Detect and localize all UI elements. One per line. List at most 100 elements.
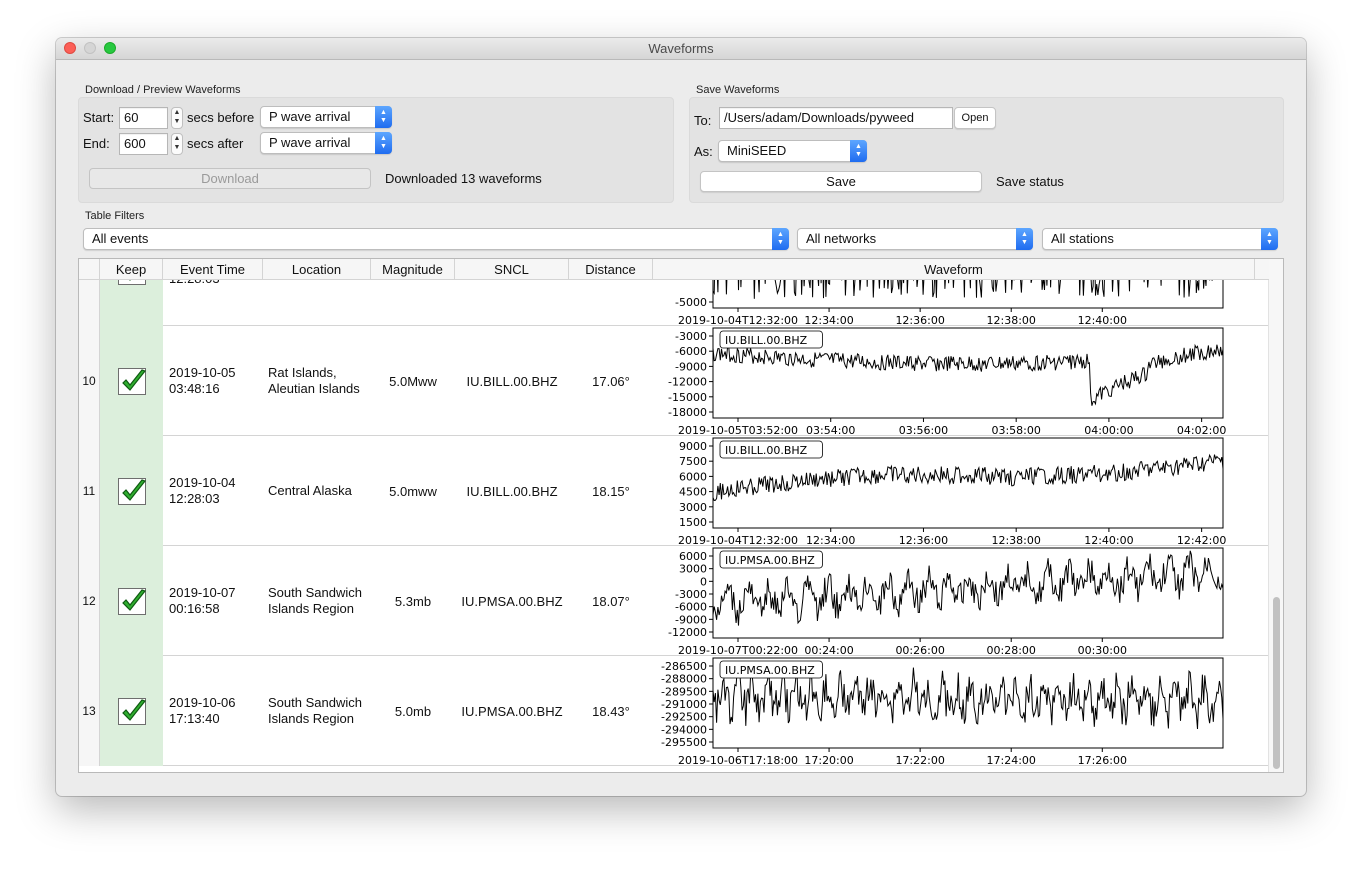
stations-filter-value: All stations xyxy=(1051,231,1114,246)
station-label: IU.PMSA.00.BHZ xyxy=(725,664,815,677)
plot-frame xyxy=(712,280,1224,309)
x-tick-label: 2019-10-04T12:32:00 xyxy=(678,534,798,546)
table-row[interactable]: 13 2019-10-06 17:13:40 South Sandwich Islan… xyxy=(79,656,1269,766)
y-tick-label: -9000 xyxy=(675,360,707,373)
x-tick-label: 12:36:00 xyxy=(899,534,948,546)
download-group-label: Download / Preview Waveforms xyxy=(85,84,241,96)
table-header: Keep Event Time Location Magnitude SNCL … xyxy=(79,259,1269,280)
y-tick-label: 4500 xyxy=(679,486,707,499)
header-waveform[interactable]: Waveform xyxy=(653,259,1255,280)
row-index: 12 xyxy=(79,546,100,656)
distance-cell: 17.17° xyxy=(569,280,653,326)
start-phase-select[interactable]: P wave arrival ▲ ▼ xyxy=(260,106,392,128)
header-location[interactable]: Location xyxy=(263,259,371,280)
end-seconds-stepper[interactable]: ▲ ▼ xyxy=(171,133,183,155)
x-tick-label: 12:34:00 xyxy=(806,534,855,546)
x-tick-label: 12:42:00 xyxy=(1177,534,1226,546)
distance-cell: 18.15° xyxy=(592,483,630,499)
y-tick-label: -12000 xyxy=(668,626,707,639)
save-format-select[interactable]: MiniSEED ▲ ▼ xyxy=(718,140,867,162)
keep-checkbox[interactable] xyxy=(117,367,146,395)
x-tick-label: 00:30:00 xyxy=(1078,644,1127,656)
station-label: IU.BILL.00.BHZ xyxy=(725,444,808,457)
header-event-time[interactable]: Event Time xyxy=(163,259,263,280)
sncl-cell: IU.ADK.00.BHZ xyxy=(455,280,569,326)
start-label: Start: xyxy=(83,110,115,125)
location-cell: South Sandwich Islands Region xyxy=(268,585,362,616)
waveform-chart: 600030000-3000-6000-9000-12000 2019-10-07… xyxy=(668,547,1224,656)
keep-cell xyxy=(100,326,163,436)
event-time-cell: 2019-10-05 03:48:16 xyxy=(163,326,263,436)
table-row[interactable]: 10 2019-10-05 03:48:16 Rat Islands, Aleutia… xyxy=(79,326,1269,436)
event-date: 2019-10-06 xyxy=(169,695,236,710)
header-sncl[interactable]: SNCL xyxy=(455,259,569,280)
window-title: Waveforms xyxy=(648,41,714,56)
event-date: 2019-10-04 xyxy=(169,475,236,490)
y-tick-label: -3000 xyxy=(675,330,707,343)
keep-checkbox[interactable] xyxy=(117,280,146,285)
start-phase-value: P wave arrival xyxy=(269,109,351,124)
save-status: Save status xyxy=(996,174,1064,189)
table-filters-label: Table Filters xyxy=(85,210,145,222)
y-tick-label: -6000 xyxy=(675,601,707,614)
table-row[interactable]: 12 2019-10-07 00:16:58 South Sandwich Islan… xyxy=(79,546,1269,656)
save-button[interactable]: Save xyxy=(700,171,982,192)
header-keep[interactable]: Keep xyxy=(100,259,163,280)
end-phase-value: P wave arrival xyxy=(269,135,351,150)
header-magnitude[interactable]: Magnitude xyxy=(371,259,455,280)
y-tick-label: 0 xyxy=(700,575,707,588)
magnitude-cell: 5.3mb xyxy=(394,593,432,609)
start-seconds-input[interactable]: 60 xyxy=(119,107,168,129)
download-button[interactable]: Download xyxy=(89,168,371,189)
table-row[interactable]: 11 2019-10-04 12:28:03 Central Alaska 5.0mww… xyxy=(79,436,1269,546)
x-tick-label: 2019-10-05T03:52:00 xyxy=(678,424,798,436)
waveform-chart: -2500-50002019-10-04T12:32:00 12:34:00 12:… xyxy=(675,280,1224,326)
header-distance[interactable]: Distance xyxy=(569,259,653,280)
chevron-updown-icon: ▲ ▼ xyxy=(375,106,392,128)
events-filter-select[interactable]: All events ▲ ▼ xyxy=(83,228,789,250)
distance-cell: 18.43° xyxy=(592,703,630,719)
y-tick-label: -291000 xyxy=(661,698,707,711)
keep-cell xyxy=(100,546,163,656)
chevron-updown-icon: ▲ ▼ xyxy=(850,140,867,162)
y-tick-label: -6000 xyxy=(675,345,707,358)
waveform-chart: -286500-288000-289500-291000-292500-2940… xyxy=(661,657,1224,766)
title-bar: Waveforms xyxy=(56,38,1306,60)
y-tick-label: -5000 xyxy=(675,296,707,309)
x-tick-label: 17:26:00 xyxy=(1078,754,1127,766)
networks-filter-select[interactable]: All networks ▲ ▼ xyxy=(797,228,1033,250)
end-phase-select[interactable]: P wave arrival ▲ ▼ xyxy=(260,132,392,154)
end-seconds-input[interactable]: 600 xyxy=(119,133,168,155)
y-tick-label: -295500 xyxy=(661,736,707,749)
keep-checkbox[interactable] xyxy=(117,697,146,725)
y-tick-label: 6000 xyxy=(679,550,707,563)
table-row[interactable]: 9 2019-10-0412:28:03Central Alaska5.0mwwI… xyxy=(79,280,1269,326)
event-date: 2019-10-05 xyxy=(169,365,236,380)
save-as-label: As: xyxy=(694,144,713,159)
keep-checkbox[interactable] xyxy=(117,587,146,615)
keep-checkbox[interactable] xyxy=(117,477,146,505)
vertical-scrollbar[interactable] xyxy=(1268,259,1283,772)
events-filter-value: All events xyxy=(92,231,149,246)
save-path-input[interactable]: /Users/adam/Downloads/pyweed xyxy=(719,107,953,129)
scrollbar-thumb[interactable] xyxy=(1273,597,1280,769)
save-format-value: MiniSEED xyxy=(727,143,787,158)
y-tick-label: -12000 xyxy=(668,376,707,389)
y-tick-label: -286500 xyxy=(661,660,707,673)
x-tick-label: 2019-10-04T12:32:00 xyxy=(678,314,798,326)
start-seconds-stepper[interactable]: ▲ ▼ xyxy=(171,107,183,129)
keep-cell xyxy=(100,656,163,766)
x-tick-label: 12:40:00 xyxy=(1084,534,1133,546)
open-folder-button[interactable]: Open xyxy=(954,107,996,129)
y-tick-label: 9000 xyxy=(679,440,707,453)
row-index: 13 xyxy=(79,656,100,766)
y-tick-label: -3000 xyxy=(675,588,707,601)
end-unit-label: secs after xyxy=(187,136,244,151)
header-index xyxy=(79,259,100,280)
x-tick-label: 00:26:00 xyxy=(895,644,944,656)
stations-filter-select[interactable]: All stations ▲ ▼ xyxy=(1042,228,1278,250)
distance-cell: 17.06° xyxy=(592,373,630,389)
table-body[interactable]: 92019-10-0412:28:03Central Alaska5.0mwwI… xyxy=(79,280,1269,772)
row-index: 11 xyxy=(79,436,100,546)
sncl-cell: IU.BILL.00.BHZ xyxy=(466,483,558,499)
